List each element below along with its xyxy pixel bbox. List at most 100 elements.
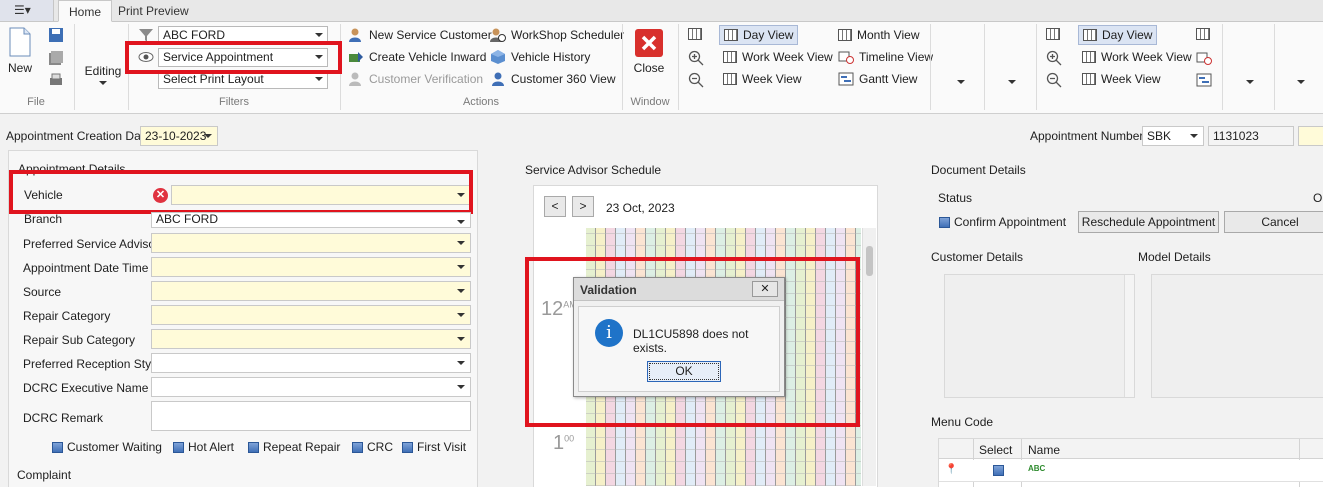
reception-style-select[interactable] [151, 353, 471, 373]
tab-print-preview[interactable]: Print Preview [108, 0, 199, 22]
dcrc-remark-textarea[interactable] [151, 401, 471, 431]
week-view-button[interactable]: Week View [719, 69, 806, 89]
advisor-select[interactable] [151, 233, 471, 253]
ribbon-separator [74, 24, 75, 110]
complaint-label: Complaint [17, 468, 72, 482]
close-label: Close [633, 61, 665, 75]
tab-home[interactable]: Home [58, 0, 113, 22]
chevron-down-icon[interactable] [1008, 80, 1016, 84]
work-week-view-button[interactable]: Work Week View [719, 47, 837, 67]
prev-day-button[interactable]: < [544, 196, 566, 217]
creation-date-picker[interactable]: 23-10-2023 [140, 126, 218, 146]
day-view-button-2[interactable]: Day View [1078, 25, 1158, 45]
filters-group-label: Filters [219, 96, 249, 108]
customer-verification-button[interactable]: Customer Verification [348, 69, 483, 89]
chevron-down-icon[interactable] [1246, 80, 1254, 84]
next-day-button[interactable]: > [572, 196, 594, 217]
timeline-view-button[interactable]: Timeline View [834, 47, 937, 67]
timeline-icon [838, 51, 854, 64]
ribbon-separator [984, 24, 985, 110]
window-group-label: Window [630, 96, 670, 108]
ribbon-separator [1222, 24, 1223, 110]
customer-360-label: Customer 360 View [511, 72, 616, 86]
schedule-scrollbar[interactable] [862, 228, 876, 486]
hot-alert-checkbox[interactable]: Hot Alert [173, 440, 234, 454]
calendar-icon[interactable] [1046, 28, 1060, 40]
print-icon[interactable] [48, 72, 64, 91]
week-view-button-2[interactable]: Week View [1078, 69, 1165, 89]
col-name-header[interactable]: Name [1028, 443, 1060, 457]
gantt-view-label: Gantt View [859, 72, 918, 86]
crc-checkbox[interactable]: CRC [352, 440, 393, 454]
col-select-header[interactable]: Select [979, 443, 1012, 457]
model-details-box [1151, 274, 1323, 398]
app-menu-button[interactable]: ☰▾ [0, 0, 54, 21]
schedule-title: Service Advisor Schedule [525, 163, 662, 177]
datetime-picker[interactable] [151, 257, 471, 277]
month-view-icon[interactable] [1196, 28, 1210, 40]
repeat-repair-checkbox[interactable]: Repeat Repair [248, 440, 340, 454]
highlight-box [525, 257, 860, 427]
hot-alert-label: Hot Alert [188, 440, 235, 454]
dcrc-exec-select[interactable] [151, 377, 471, 397]
vehicle-history-button[interactable]: Vehicle History [490, 47, 590, 67]
workshop-scheduler-button[interactable]: WorkShop Scheduler [490, 25, 624, 45]
select-filter-checkbox[interactable] [993, 465, 1004, 476]
history-cube-icon [491, 50, 505, 64]
chevron-down-icon[interactable] [1297, 80, 1305, 84]
repair-category-select[interactable] [151, 305, 471, 325]
appointment-extra-field[interactable] [1298, 126, 1323, 146]
customer-details-scrollbar[interactable] [1124, 275, 1134, 397]
highlight-box [125, 41, 342, 74]
new-service-customer-button[interactable]: New Service Customer [348, 25, 492, 45]
create-vehicle-inward-label: Create Vehicle Inward [369, 50, 487, 64]
appointment-number-field[interactable]: 1131023 [1208, 126, 1294, 146]
text-filter-icon[interactable]: ABC [1028, 464, 1045, 473]
timeline-icon[interactable] [1196, 50, 1212, 69]
appointment-number-value: 1131023 [1213, 129, 1259, 143]
zoom-in-icon[interactable] [1046, 50, 1062, 69]
reschedule-appointment-button[interactable]: Reschedule Appointment [1078, 211, 1219, 233]
customer-waiting-label: Customer Waiting [67, 440, 162, 454]
appointment-prefix-select[interactable]: SBK [1142, 126, 1204, 146]
editing-button[interactable]: Editing [82, 64, 124, 85]
new-document-icon [9, 27, 31, 57]
branch-select[interactable]: ABC FORD [151, 212, 471, 228]
customer-details-box [944, 274, 1135, 398]
month-view-button[interactable]: Month View [834, 25, 923, 45]
dcrc-remark-label: DCRC Remark [23, 411, 104, 425]
workshop-scheduler-label: WorkShop Scheduler [511, 28, 625, 42]
repair-sub-category-select[interactable] [151, 329, 471, 349]
gantt-icon[interactable] [1196, 72, 1212, 91]
customer-waiting-checkbox[interactable]: Customer Waiting [52, 440, 162, 454]
calendar-icon[interactable] [688, 28, 702, 40]
first-visit-checkbox[interactable]: First Visit [402, 440, 466, 454]
zoom-out-icon[interactable] [1046, 72, 1062, 91]
day-view-button[interactable]: Day View [719, 25, 799, 45]
chevron-down-icon[interactable] [957, 80, 965, 84]
work-week-view-button-2[interactable]: Work Week View [1078, 47, 1196, 67]
zoom-in-icon[interactable] [688, 50, 704, 69]
reception-style-label: Preferred Reception Style [23, 357, 161, 371]
cancel-button[interactable]: Cancel [1224, 211, 1323, 233]
confirm-appointment-label: Confirm Appointment [954, 215, 1067, 229]
customer-360-button[interactable]: Customer 360 View [490, 69, 616, 89]
chevron-right-icon: > [579, 199, 587, 213]
gantt-view-button[interactable]: Gantt View [834, 69, 921, 89]
print-layout-value: Select Print Layout [163, 72, 264, 86]
save-icon[interactable] [48, 27, 64, 46]
work-week-view-label: Work Week View [1101, 50, 1192, 64]
close-icon [635, 29, 663, 57]
confirm-appointment-checkbox[interactable]: Confirm Appointment [939, 215, 1066, 229]
ribbon-separator [622, 24, 623, 110]
close-button[interactable]: Close [630, 28, 668, 75]
vehicle-inward-icon [349, 52, 363, 62]
work-week-view-label: Work Week View [742, 50, 833, 64]
zoom-out-icon[interactable] [688, 72, 704, 91]
source-select[interactable] [151, 281, 471, 301]
new-button[interactable]: New [4, 26, 36, 75]
day-view-label: Day View [743, 28, 794, 42]
hour-1-label: 100 [553, 432, 575, 454]
save-all-icon[interactable] [48, 50, 64, 69]
create-vehicle-inward-button[interactable]: Create Vehicle Inward [348, 47, 486, 67]
